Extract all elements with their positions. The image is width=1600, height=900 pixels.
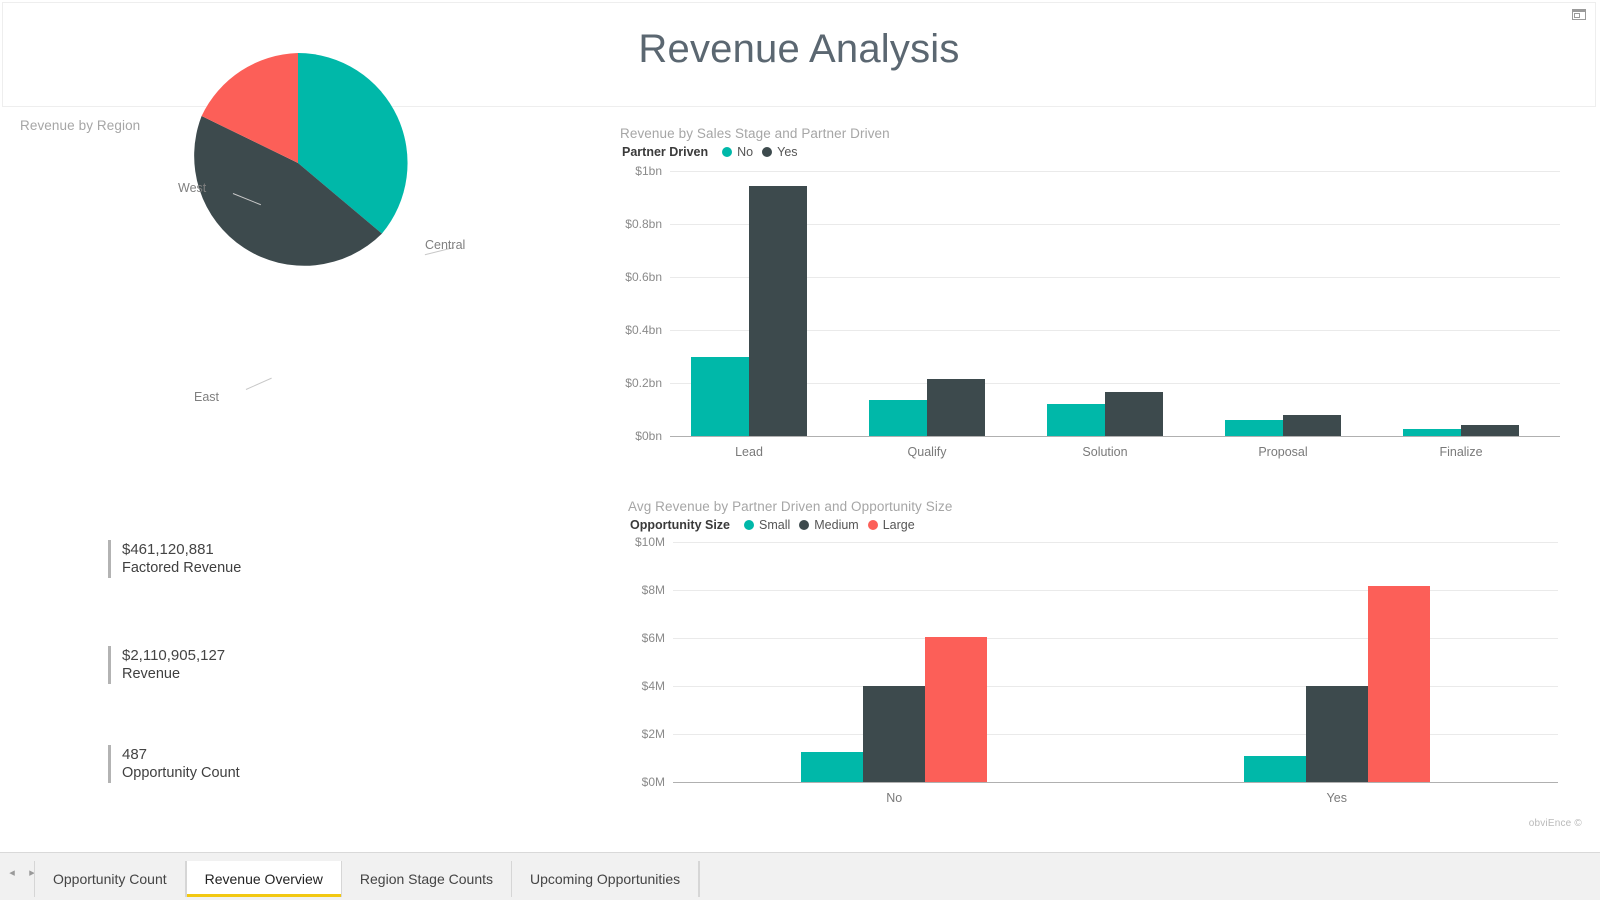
bar-lead-yes[interactable] xyxy=(749,185,807,436)
legend-title: Partner Driven xyxy=(622,145,709,159)
watermark: obviEnce © xyxy=(1528,818,1582,829)
tab-revenue-overview[interactable]: Revenue Overview xyxy=(185,861,342,897)
pie-label-east: East xyxy=(194,390,220,404)
x-axis-tick-label: Solution xyxy=(1082,445,1128,459)
tab-upcoming-opportunities[interactable]: Upcoming Opportunities xyxy=(512,861,700,897)
restore-window-icon[interactable] xyxy=(1571,7,1587,21)
x-axis-line xyxy=(673,782,1558,783)
y-axis-tick-label: $8M xyxy=(641,583,665,597)
bar-no-small[interactable] xyxy=(801,752,864,782)
tab-prev-arrow-icon[interactable]: ◂ xyxy=(6,865,18,879)
kpi-value: 487 xyxy=(122,746,148,763)
bar-qualify-yes[interactable] xyxy=(927,379,985,436)
revenue-by-sales-stage-title: Revenue by Sales Stage and Partner Drive… xyxy=(620,126,890,141)
kpi-card-factored-revenue[interactable]: $461,120,881 Factored Revenue xyxy=(108,540,408,578)
x-axis-tick-label: Finalize xyxy=(1439,445,1483,459)
bar-proposal-yes[interactable] xyxy=(1283,414,1341,436)
bar-no-medium[interactable] xyxy=(863,686,926,782)
tab-region-stage-counts[interactable]: Region Stage Counts xyxy=(341,861,512,897)
legend-item-label: Large xyxy=(882,518,915,532)
y-axis-tick-label: $0.4bn xyxy=(625,323,662,337)
bar-solution-yes[interactable] xyxy=(1105,392,1163,436)
kpi-label: Opportunity Count xyxy=(122,765,240,781)
legend-item-label: Small xyxy=(759,518,791,532)
y-axis-tick-label: $0.6bn xyxy=(625,270,662,284)
bar-yes-large[interactable] xyxy=(1367,586,1430,782)
kpi-card-revenue[interactable]: $2,110,905,127 Revenue xyxy=(108,646,408,684)
kpi-card-opportunity-count[interactable]: 487 Opportunity Count xyxy=(108,745,408,783)
bar-finalize-no[interactable] xyxy=(1403,429,1461,436)
x-axis-line xyxy=(670,436,1560,437)
bar-yes-medium[interactable] xyxy=(1305,686,1368,782)
y-axis-tick-label: $0M xyxy=(641,775,665,789)
bar-finalize-yes[interactable] xyxy=(1461,425,1519,436)
legend-swatch-icon xyxy=(799,520,810,530)
legend-item-yes[interactable]: Yes xyxy=(762,145,798,159)
legend-item-label: Yes xyxy=(777,145,798,159)
report-page: Revenue Analysis Revenue by Region West … xyxy=(0,0,1600,900)
revenue-by-sales-stage-legend[interactable]: Partner Driven No Yes xyxy=(622,145,798,159)
avg-revenue-by-partner-driven-legend[interactable]: Opportunity Size Small Medium Large xyxy=(630,518,915,532)
bar-yes-small[interactable] xyxy=(1243,755,1306,782)
y-axis-tick-label: $6M xyxy=(641,631,665,645)
bar-solution-no[interactable] xyxy=(1047,404,1105,436)
avg-revenue-by-partner-driven-plot: $0M $2M $4M $6M $8M $10M No Yes xyxy=(635,535,1558,805)
x-axis-tick-label: No xyxy=(886,791,903,805)
y-axis-tick-label: $0bn xyxy=(635,429,662,443)
x-axis-tick-label: Yes xyxy=(1326,791,1347,805)
legend-swatch-icon xyxy=(722,147,733,157)
kpi-label: Factored Revenue xyxy=(122,560,242,576)
legend-swatch-icon xyxy=(762,147,773,157)
report-canvas: Revenue Analysis Revenue by Region West … xyxy=(0,0,1600,852)
gridline xyxy=(670,171,1560,172)
y-axis-tick-label: $2M xyxy=(641,727,665,741)
legend-item-label: Medium xyxy=(814,518,859,532)
legend-item-no[interactable]: No xyxy=(722,145,753,159)
legend-item-label: No xyxy=(737,145,754,159)
kpi-value: $2,110,905,127 xyxy=(122,647,226,664)
revenue-by-sales-stage-visual[interactable]: Revenue by Sales Stage and Partner Drive… xyxy=(620,126,1560,461)
tab-label: Upcoming Opportunities xyxy=(530,871,681,887)
bar-lead-no[interactable] xyxy=(691,356,749,436)
tab-label: Region Stage Counts xyxy=(359,871,493,887)
kpi-value: $461,120,881 xyxy=(122,541,214,558)
legend-item-medium[interactable]: Medium xyxy=(799,518,859,532)
pie-svg xyxy=(194,53,408,266)
y-axis-tick-label: $0.2bn xyxy=(625,376,662,390)
x-axis-tick-label: Lead xyxy=(735,445,763,459)
y-axis-tick-label: $4M xyxy=(641,679,665,693)
tab-bar-end-divider xyxy=(699,861,701,897)
tab-label: Opportunity Count xyxy=(53,871,167,887)
bar-no-large[interactable] xyxy=(925,636,988,782)
y-axis-tick-label: $10M xyxy=(634,535,665,549)
legend-title: Opportunity Size xyxy=(630,518,730,532)
legend-swatch-icon xyxy=(867,520,878,530)
avg-revenue-by-partner-driven-visual[interactable]: Avg Revenue by Partner Driven and Opport… xyxy=(628,499,1558,809)
y-axis-tick-label: $0.8bn xyxy=(625,217,662,231)
tab-label: Revenue Overview xyxy=(204,871,323,887)
legend-item-large[interactable]: Large xyxy=(867,518,915,532)
pie-label-central: Central xyxy=(425,238,466,252)
legend-item-small[interactable]: Small xyxy=(744,518,790,532)
gridline xyxy=(673,542,1558,543)
kpi-label: Revenue xyxy=(122,666,181,682)
revenue-by-sales-stage-plot: $0bn $0.2bn $0.4bn $0.6bn $0.8bn $1bn Lead Qual… xyxy=(625,164,1560,459)
page-tabs[interactable]: Opportunity Count Revenue Overview Region … xyxy=(34,853,701,900)
y-axis-tick-label: $1bn xyxy=(635,164,662,178)
revenue-by-region-pie[interactable] xyxy=(185,50,411,276)
legend-swatch-icon xyxy=(744,520,754,530)
tab-opportunity-count[interactable]: Opportunity Count xyxy=(34,861,186,897)
bar-proposal-no[interactable] xyxy=(1225,420,1283,436)
x-axis-tick-label: Proposal xyxy=(1258,445,1308,459)
bar-qualify-no[interactable] xyxy=(869,400,927,436)
pie-label-west: West xyxy=(178,181,207,195)
x-axis-tick-label: Qualify xyxy=(907,445,947,459)
page-tab-bar: ◂ ▸ Opportunity Count Revenue Overview Reg… xyxy=(0,852,1600,900)
avg-revenue-by-partner-driven-title: Avg Revenue by Partner Driven and Opport… xyxy=(628,499,953,514)
